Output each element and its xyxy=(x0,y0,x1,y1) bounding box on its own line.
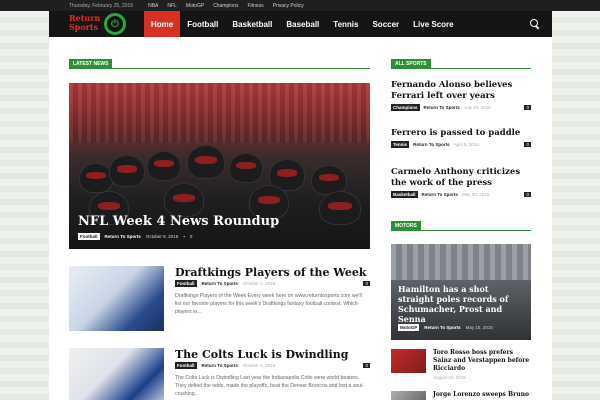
post-thumbnail[interactable] xyxy=(391,391,426,400)
helmet-image xyxy=(79,163,113,193)
post-date: July 10, 2015 xyxy=(463,105,491,110)
category-tag[interactable]: MotoGP xyxy=(398,324,420,331)
post-thumbnail[interactable] xyxy=(391,349,426,373)
top-link-champions[interactable]: Champions xyxy=(213,3,238,9)
search-icon[interactable] xyxy=(530,19,540,29)
latest-news-label: LATEST NEWS xyxy=(69,59,113,69)
post-excerpt: Draftkings Players of the Week Every wee… xyxy=(175,293,362,315)
top-link-motogp[interactable]: MotoGP xyxy=(186,3,204,9)
nav-baseball[interactable]: Baseball xyxy=(279,11,326,37)
logo-line-2: Sports xyxy=(69,22,99,32)
top-bar: Thursday, February 25, 2016 NBA NFL Moto… xyxy=(0,0,600,11)
post-title[interactable]: Draftkings Players of the Week xyxy=(175,266,366,279)
author-name[interactable]: Return To Sports xyxy=(202,363,238,368)
latest-news-header: LATEST NEWS xyxy=(69,59,370,69)
motors-label: MOTORS xyxy=(391,221,421,231)
post-thumbnail[interactable] xyxy=(69,266,164,331)
helmet-image xyxy=(187,145,225,179)
top-link-nfl[interactable]: NFL xyxy=(167,3,176,9)
sidebar-post-title[interactable]: Ferrero is passed to paddle xyxy=(391,128,531,139)
grandstand-background xyxy=(391,244,531,280)
featured-post[interactable]: NFL Week 4 News Roundup Football Return … xyxy=(69,83,370,249)
featured-post-meta: Football Return To Sports October 8, 201… xyxy=(78,233,192,240)
comment-count: 0 xyxy=(189,234,193,239)
author-name[interactable]: Return To Sports xyxy=(202,281,238,286)
motors-header: MOTORS xyxy=(391,221,531,231)
featured-post-title[interactable]: NFL Week 4 News Roundup xyxy=(78,214,279,229)
comment-count[interactable]: 0 xyxy=(524,192,531,197)
all-sports-label: ALL SPORTS xyxy=(391,59,431,69)
main-navbar: Return Sports ⏻ Home Football Basketball… xyxy=(49,11,552,37)
list-item: Draftkings Players of the Week Football … xyxy=(69,266,370,336)
nav-basketball[interactable]: Basketball xyxy=(225,11,279,37)
comment-count[interactable]: 0 xyxy=(524,142,531,147)
list-item: The Colts Luck is Dwindling Football Ret… xyxy=(69,348,370,400)
post-date: August 20, 2015 xyxy=(433,375,466,380)
logo-text: Return Sports xyxy=(69,14,100,32)
nav-tennis[interactable]: Tennis xyxy=(326,11,365,37)
post-title[interactable]: The Colts Luck is Dwindling xyxy=(175,348,348,361)
post-meta: Football Return To Sports October 2, 201… xyxy=(175,280,370,287)
helmet-image xyxy=(319,191,361,225)
category-tag[interactable]: Football xyxy=(78,233,100,240)
category-tag[interactable]: Tennis xyxy=(391,141,410,148)
comment-count[interactable]: 0 xyxy=(363,281,370,286)
top-bar-date: Thursday, February 25, 2016 xyxy=(69,2,134,9)
crowd-background xyxy=(69,83,370,143)
sidebar-post-meta: Tennis Return To Sports April 5, 2015 0 xyxy=(391,141,531,148)
helmet-image xyxy=(109,155,145,187)
post-meta: Football Return To Sports October 2, 201… xyxy=(175,362,370,369)
site-logo[interactable]: Return Sports ⏻ xyxy=(49,11,144,37)
helmet-image xyxy=(147,151,181,181)
motors-list-item: Toro Rosso boss prefers Sainz and Versta… xyxy=(391,349,531,385)
sidebar-post-meta: Basketball Return To Sports May 30, 2015… xyxy=(391,191,531,198)
motors-list-title[interactable]: Toro Rosso boss prefers Sainz and Versta… xyxy=(433,349,531,373)
sidebar-post: Fernando Alonso believes Ferrari left ov… xyxy=(391,80,531,111)
post-thumbnail[interactable] xyxy=(69,348,164,400)
logo-power-icon: ⏻ xyxy=(104,13,126,35)
category-tag[interactable]: Champions xyxy=(391,104,420,111)
nav-live-score[interactable]: Live Score xyxy=(406,11,460,37)
motors-list-title[interactable]: Jorge Lorenzo sweeps Bruno xyxy=(433,391,531,399)
motors-list-item: Jorge Lorenzo sweeps Bruno xyxy=(391,391,531,400)
sidebar-post-title[interactable]: Carmelo Anthony criticizes the work of t… xyxy=(391,167,531,189)
top-link-privacy-policy[interactable]: Privacy Policy xyxy=(273,3,304,9)
sidebar-post-title[interactable]: Fernando Alonso believes Ferrari left ov… xyxy=(391,80,531,102)
comment-count[interactable]: 0 xyxy=(363,363,370,368)
author-name[interactable]: Return To Sports xyxy=(424,105,460,110)
post-date: October 2, 2015 xyxy=(242,363,276,368)
helmet-image xyxy=(229,153,263,183)
post-date: October 8, 2015 xyxy=(145,234,179,239)
category-tag[interactable]: Basketball xyxy=(391,191,418,198)
motors-featured-meta: MotoGP Return To Sports May 15, 2015 xyxy=(398,324,493,331)
author-name[interactable]: Return To Sports xyxy=(413,142,449,147)
category-tag[interactable]: Football xyxy=(175,280,197,287)
sidebar-post-meta: Champions Return To Sports July 10, 2015… xyxy=(391,104,531,111)
all-sports-header: ALL SPORTS xyxy=(391,59,531,69)
comment-icon: ▪ xyxy=(183,234,185,239)
motors-featured-title[interactable]: Hamilton has a shot straight poles recor… xyxy=(398,284,526,324)
nav-home[interactable]: Home xyxy=(144,11,181,37)
comment-count[interactable]: 0 xyxy=(524,105,531,110)
post-excerpt: The Colts Luck is Dwindling Last year th… xyxy=(175,375,365,397)
author-name[interactable]: Return To Sports xyxy=(424,325,460,330)
post-date: May 30, 2015 xyxy=(461,192,490,197)
top-link-fitness[interactable]: Fitness xyxy=(247,3,263,9)
author-name[interactable]: Return To Sports xyxy=(422,192,458,197)
top-link-nba[interactable]: NBA xyxy=(148,3,158,9)
post-date: October 2, 2015 xyxy=(242,281,276,286)
sidebar-post: Carmelo Anthony criticizes the work of t… xyxy=(391,167,531,198)
author-name[interactable]: Return To Sports xyxy=(105,234,141,239)
post-date: April 5, 2015 xyxy=(453,142,479,147)
nav-football[interactable]: Football xyxy=(180,11,225,37)
sidebar-post: Ferrero is passed to paddle Tennis Retur… xyxy=(391,128,531,148)
category-tag[interactable]: Football xyxy=(175,362,197,369)
nav-soccer[interactable]: Soccer xyxy=(365,11,406,37)
post-date: May 15, 2015 xyxy=(465,325,493,330)
motors-featured-post[interactable]: Hamilton has a shot straight poles recor… xyxy=(391,244,531,340)
helmet-image xyxy=(164,183,204,217)
